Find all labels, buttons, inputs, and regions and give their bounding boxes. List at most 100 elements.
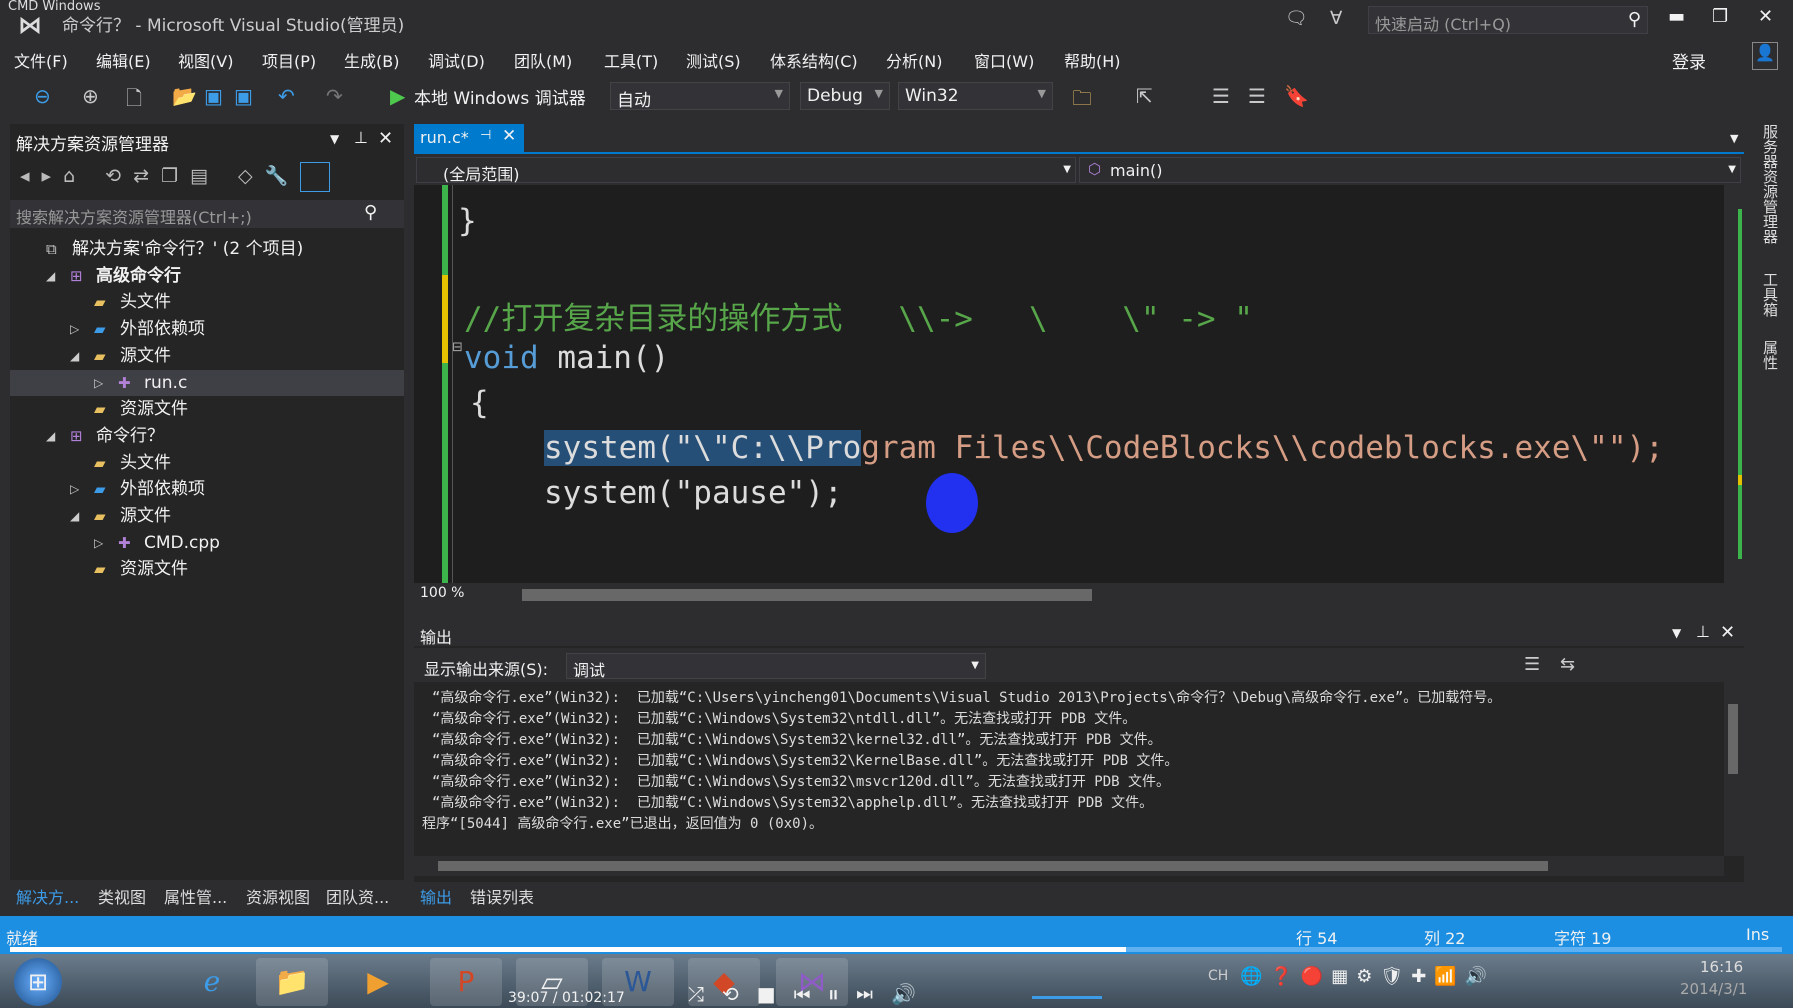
step-icon[interactable]: ⇱ bbox=[1136, 84, 1153, 108]
menu-item[interactable]: 编辑(E) bbox=[96, 48, 151, 72]
close-tab-icon[interactable]: ✕ bbox=[502, 126, 516, 146]
horizontal-scrollbar[interactable]: 100 % bbox=[414, 583, 1724, 605]
forward-icon[interactable]: ⊕ bbox=[82, 84, 99, 108]
media-controls[interactable]: ⤮⟲■⏮⏸⏭🔊 bbox=[688, 982, 934, 1006]
tree-item[interactable]: ▷ ▰ 外部依赖项 bbox=[10, 476, 404, 502]
menu-item[interactable]: 文件(F) bbox=[14, 48, 68, 72]
expand-icon[interactable]: ▷ bbox=[70, 316, 79, 342]
start-button[interactable]: ⊞ bbox=[14, 958, 62, 1006]
volume-slider[interactable] bbox=[1032, 996, 1102, 999]
zoom-level[interactable]: 100 % bbox=[420, 585, 464, 601]
powerpoint-icon[interactable]: P bbox=[430, 958, 502, 1006]
tree-item[interactable]: ⧉ 解决方案'命令行？' (2 个项目) bbox=[10, 236, 404, 262]
expand-icon[interactable]: ▷ bbox=[70, 476, 79, 502]
quick-launch-input[interactable]: 快速启动 (Ctrl+Q) ⚲ bbox=[1368, 6, 1648, 34]
minimize-button[interactable]: ▬ bbox=[1668, 6, 1685, 27]
side-tab[interactable]: 属性 bbox=[1760, 340, 1781, 370]
ime-indicator[interactable]: CH bbox=[1208, 968, 1228, 984]
menu-item[interactable]: 项目(P) bbox=[262, 48, 316, 72]
menu-item[interactable]: 团队(M) bbox=[514, 48, 572, 72]
menu-item[interactable]: 调试(D) bbox=[428, 48, 485, 72]
collapse-icon[interactable]: ◢ bbox=[70, 503, 79, 529]
tree-item[interactable]: ▰ 头文件 bbox=[10, 289, 404, 315]
debugger-button[interactable]: 本地 Windows 调试器 bbox=[414, 84, 586, 109]
tree-item[interactable]: ◢ ▰ 源文件 bbox=[10, 503, 404, 529]
menu-item[interactable]: 生成(B) bbox=[344, 48, 399, 72]
dropdown-icon[interactable]: ▼ bbox=[1672, 626, 1681, 640]
sidebar-tab[interactable]: 团队资... bbox=[326, 884, 389, 908]
scroll-thumb[interactable] bbox=[522, 589, 1092, 601]
tree-item[interactable]: ▰ 资源文件 bbox=[10, 396, 404, 422]
preview-toggle[interactable] bbox=[300, 162, 330, 192]
sidebar-tab[interactable]: 属性管... bbox=[164, 884, 227, 908]
close-icon[interactable]: ✕ bbox=[378, 128, 393, 149]
tab-overflow-icon[interactable]: ▼ bbox=[1730, 132, 1738, 145]
tree-item[interactable]: ◢ ▰ 源文件 bbox=[10, 343, 404, 369]
collapse-icon[interactable]: ◢ bbox=[46, 423, 55, 449]
ie-icon[interactable]: ℯ bbox=[176, 958, 248, 1006]
output-tab[interactable]: 错误列表 bbox=[470, 884, 534, 908]
close-icon[interactable]: ✕ bbox=[1720, 622, 1735, 643]
sidebar-tab[interactable]: 资源视图 bbox=[246, 884, 310, 908]
side-tab[interactable]: 工具箱 bbox=[1760, 272, 1781, 317]
menu-item[interactable]: 工具(T) bbox=[604, 48, 658, 72]
clear-all-icon[interactable]: ☰ bbox=[1524, 654, 1540, 675]
save-all-icon[interactable]: ▣ bbox=[234, 84, 253, 108]
indent-icon[interactable]: ☰ bbox=[1212, 84, 1230, 108]
filter-icon[interactable]: ∀ bbox=[1330, 8, 1342, 29]
back-icon[interactable]: ⊖ bbox=[34, 84, 51, 108]
output-source-dropdown[interactable]: 调试 ▼ bbox=[566, 653, 986, 680]
tree-item[interactable]: ▷ ✚ CMD.cpp bbox=[10, 530, 404, 556]
pin-icon[interactable]: ⊥ bbox=[354, 128, 368, 147]
save-icon[interactable]: ▣ bbox=[204, 84, 223, 108]
collapse-icon[interactable]: ⊟ bbox=[452, 340, 463, 355]
explorer-toolbar[interactable]: ◂▸⌂ ⟲⇄❐▤ ◇🔧 bbox=[20, 164, 300, 187]
menu-item[interactable]: 窗口(W) bbox=[974, 48, 1034, 72]
menu-item[interactable]: 视图(V) bbox=[178, 48, 233, 72]
config-dropdown[interactable]: Debug ▼ bbox=[800, 82, 890, 110]
scope-dropdown[interactable]: (全局范围) ▼ bbox=[416, 157, 1076, 184]
find-in-files-icon[interactable]: 🗀 bbox=[1072, 84, 1092, 118]
collapse-icon[interactable]: ◢ bbox=[70, 343, 79, 369]
outdent-icon[interactable]: ☰ bbox=[1248, 84, 1266, 108]
vertical-scrollbar[interactable] bbox=[1724, 185, 1744, 583]
search-input[interactable]: 搜索解决方案资源管理器(Ctrl+;) ⚲ bbox=[10, 200, 404, 228]
expand-icon[interactable]: ▷ bbox=[94, 530, 103, 556]
tree-item[interactable]: ▰ 头文件 bbox=[10, 450, 404, 476]
tab-run-c[interactable]: run.c* ⊣ ✕ bbox=[414, 124, 524, 152]
pin-icon[interactable]: ⊣ bbox=[480, 128, 491, 143]
open-file-icon[interactable]: 📂 bbox=[172, 84, 197, 108]
expand-icon[interactable]: ▷ bbox=[94, 370, 103, 396]
bookmark-icon[interactable]: 🔖 bbox=[1284, 84, 1309, 108]
new-project-icon[interactable]: 🗋 bbox=[126, 84, 142, 118]
close-button[interactable]: ✕ bbox=[1758, 6, 1773, 27]
tree-item[interactable]: ▷ ✚ run.c bbox=[10, 369, 404, 396]
sidebar-tab[interactable]: 解决方... bbox=[16, 884, 79, 908]
tree-item[interactable]: ◢ ⊞ 高级命令行 bbox=[10, 263, 404, 289]
restore-button[interactable]: ❐ bbox=[1712, 6, 1728, 27]
tree-item[interactable]: ▷ ▰ 外部依赖项 bbox=[10, 316, 404, 342]
explorer-icon[interactable]: 📁 bbox=[256, 958, 328, 1006]
media-player-icon[interactable]: ▶ bbox=[342, 958, 414, 1006]
output-vscrollbar[interactable] bbox=[1724, 682, 1744, 856]
code-area[interactable]: ⊟ } //打开复杂目录的操作方式 \\-> \ \" -> " void main… bbox=[414, 185, 1724, 583]
undo-icon[interactable]: ↶ bbox=[278, 84, 295, 108]
menu-item[interactable]: 帮助(H) bbox=[1064, 48, 1121, 72]
platform-dropdown[interactable]: Win32 ▼ bbox=[898, 82, 1053, 110]
sidebar-tab[interactable]: 类视图 bbox=[98, 884, 146, 908]
solution-config-dropdown[interactable]: 自动 ▼ bbox=[610, 82, 790, 111]
dropdown-icon[interactable]: ▼ bbox=[330, 132, 339, 146]
sign-in-link[interactable]: 登录 bbox=[1672, 48, 1706, 73]
member-dropdown[interactable]: ⬡ main() ▼ bbox=[1079, 157, 1741, 183]
collapse-icon[interactable]: ◢ bbox=[46, 263, 55, 289]
media-progress-bar[interactable] bbox=[10, 947, 1782, 952]
output-tab[interactable]: 输出 bbox=[420, 884, 452, 908]
redo-icon[interactable]: ↷ bbox=[326, 84, 343, 108]
tree-item[interactable]: ◢ ⊞ 命令行？ bbox=[10, 423, 404, 449]
system-tray-icons[interactable]: 🌐❓🔴▦⚙🛡✚📶🔊 bbox=[1240, 966, 1495, 987]
side-tab[interactable]: 服务器资源管理器 bbox=[1760, 124, 1781, 244]
start-debug-icon[interactable]: ▶ bbox=[390, 84, 405, 108]
tree-item[interactable]: ▰ 资源文件 bbox=[10, 556, 404, 582]
menu-item[interactable]: 分析(N) bbox=[886, 48, 942, 72]
account-icon[interactable]: 👤 bbox=[1752, 42, 1778, 70]
